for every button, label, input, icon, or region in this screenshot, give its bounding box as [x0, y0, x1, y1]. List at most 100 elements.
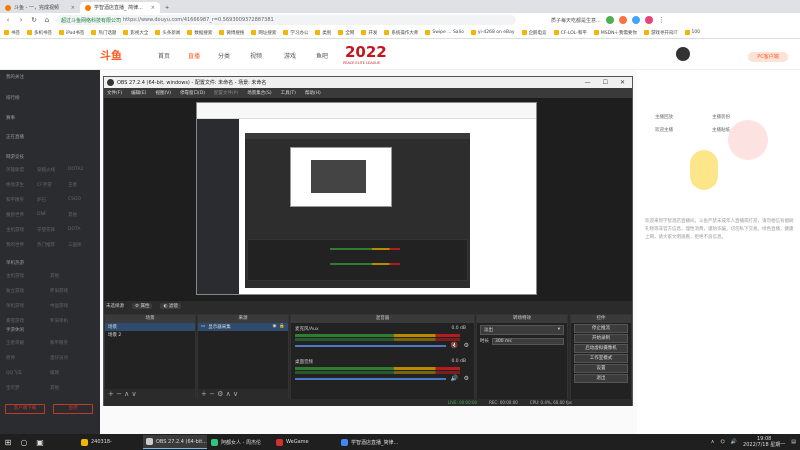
feature-link[interactable]: 主播装扮	[712, 114, 730, 120]
sidebar-category-link[interactable]: 守望先锋	[37, 227, 55, 233]
sidebar-category-link[interactable]: DNF	[37, 212, 46, 217]
menu-file[interactable]: 文件(F)	[107, 90, 122, 96]
menu-view[interactable]: 视图(V)	[155, 90, 171, 96]
browser-tab-2[interactable]: 学智酒店直播_ 简律... ×	[80, 2, 160, 13]
avatar[interactable]	[644, 16, 653, 24]
douyu-logo[interactable]: 斗鱼	[100, 47, 122, 63]
sidebar-category-link[interactable]: 王者	[68, 182, 77, 188]
menu-edit[interactable]: 编辑(E)	[131, 90, 146, 96]
bookmark-item[interactable]: 100	[684, 30, 700, 35]
close-icon[interactable]: ×	[71, 5, 75, 11]
sidebar-category-link[interactable]: 炉石	[37, 197, 46, 203]
gear-icon[interactable]: ⚙	[464, 375, 469, 382]
bookmark-item[interactable]: 数据搜索	[187, 30, 212, 36]
sidebar-category-link[interactable]: 其他	[50, 273, 59, 279]
sidebar-category-link[interactable]: CSGO	[68, 197, 81, 202]
home-icon[interactable]: ⌂	[43, 16, 51, 24]
nav-live[interactable]: 直播	[188, 51, 200, 60]
volume-icon[interactable]: 🔊	[731, 439, 737, 445]
scenes-dock-toolbar[interactable]: + − ∧ ∨	[105, 389, 195, 399]
nav-yuba[interactable]: 鱼吧	[316, 51, 328, 60]
mixer-volume-slider[interactable]	[295, 345, 446, 347]
sidebar-category-link[interactable]: 主机游戏	[6, 273, 24, 279]
bookmark-item[interactable]: 系统操作大师	[384, 30, 418, 36]
bookmark-item[interactable]: Swipe ... Salio	[425, 30, 464, 35]
feature-link[interactable]: 主播贴纸	[712, 127, 730, 133]
bookmark-item[interactable]: iPad书签	[59, 30, 84, 36]
sidebar-category-link[interactable]: CF手游	[37, 182, 52, 188]
sidebar-category-link[interactable]: 宝可梦	[6, 385, 20, 391]
taskbar-app[interactable]: 阿都女人 - 周杰伦	[208, 435, 272, 449]
network-icon[interactable]: ⌬	[720, 439, 724, 445]
sidebar-category-link[interactable]: QQ飞车	[6, 370, 22, 376]
mixer-volume-slider[interactable]	[295, 378, 446, 380]
bookmark-item[interactable]: CF-LOL-和平	[553, 30, 587, 36]
taskbar-app[interactable]: 240318-	[78, 435, 142, 449]
menu-profile[interactable]: 配置文件(P)	[214, 90, 238, 96]
menu-docks[interactable]: 停靠窗口(D)	[180, 90, 205, 96]
bookmark-item[interactable]: yi-4268 on eBay	[470, 30, 515, 35]
back-icon[interactable]: ‹	[4, 16, 12, 24]
pc-client-button[interactable]: PC客户端	[748, 52, 788, 62]
sidebar-category-link[interactable]: 三国杀	[68, 242, 82, 248]
bookmark-item[interactable]: 网址搜索	[251, 30, 276, 36]
start-recording-button[interactable]: 开始录制	[574, 334, 628, 343]
bookmark-item[interactable]: 全网	[338, 30, 354, 36]
minimize-icon[interactable]: —	[585, 79, 591, 86]
nav-home[interactable]: 首页	[158, 51, 170, 60]
bookmark-item[interactable]: 类别	[315, 30, 331, 36]
feature-link[interactable]: 主播回放	[655, 114, 673, 120]
url-input[interactable]: 超过斗鱼网络科技有限公司 https://www.douyu.com/41666…	[56, 15, 516, 25]
notification-icon[interactable]: ▤	[791, 439, 796, 445]
taskbar-app[interactable]: 学智酒店直播_简律...	[338, 435, 402, 449]
avatar[interactable]	[676, 47, 690, 61]
bookmark-item[interactable]: 微博搜搜	[219, 30, 244, 36]
scene-item[interactable]: 场景 2	[105, 331, 195, 339]
exit-button[interactable]: 退出	[574, 374, 628, 383]
sidebar-category-link[interactable]: 绝地求生	[6, 182, 24, 188]
bookmark-item[interactable]: 书签	[4, 30, 20, 36]
chevron-up-icon[interactable]: ∧	[711, 439, 715, 445]
sidebar-item-event[interactable]: 赛事	[6, 115, 15, 121]
taskbar-app[interactable]: WeGame	[273, 435, 337, 449]
menu-icon[interactable]: ⋮	[658, 16, 666, 24]
sidebar-item-rank[interactable]: 排行榜	[6, 95, 20, 101]
sidebar-category-link[interactable]: 蛋仔派对	[50, 355, 68, 361]
menu-help[interactable]: 帮助(H)	[305, 90, 321, 96]
search-icon[interactable]: ○	[16, 434, 32, 450]
sources-dock-toolbar[interactable]: + − ⚙ ∧ ∨	[198, 389, 288, 399]
gear-icon[interactable]: ⚙	[464, 342, 469, 349]
bookmark-item[interactable]: 企鹅电竞	[521, 30, 547, 36]
taskbar-app[interactable]: OBS 27.2.4 (64-bit...	[143, 435, 207, 449]
nav-game[interactable]: 游戏	[284, 51, 296, 60]
scene-item[interactable]: 场景	[105, 323, 195, 331]
nav-video[interactable]: 视频	[250, 51, 262, 60]
eye-icon[interactable]: ◉	[272, 324, 276, 330]
filters-button[interactable]: ◐ 滤镜	[160, 302, 181, 309]
source-item[interactable]: ▭ 显示器采集 ◉ 🔒	[198, 323, 288, 331]
forward-icon[interactable]: ›	[17, 16, 25, 24]
sidebar-category-link[interactable]: 其他	[68, 212, 77, 218]
sidebar-category-link[interactable]: 和平精英	[6, 197, 24, 203]
refresh-icon[interactable]: ↻	[30, 16, 38, 24]
studio-mode-button[interactable]: 工作室模式	[574, 354, 628, 363]
bookmark-item[interactable]: MSDN-i-我需要你	[593, 30, 637, 36]
bookmark-item[interactable]: 学习办公	[283, 30, 308, 36]
sidebar-category-link[interactable]: 王者荣耀	[6, 340, 24, 346]
sidebar-item-follow[interactable]: 我的关注	[6, 74, 24, 80]
duration-input[interactable]: 300 ms	[492, 338, 564, 345]
sidebar-category-link[interactable]: 暴雪游戏	[6, 318, 24, 324]
maximize-icon[interactable]: ☐	[603, 79, 608, 86]
settings-button[interactable]: 设置	[574, 364, 628, 373]
download-client-button[interactable]: 客户端下载	[5, 404, 45, 414]
clock[interactable]: 19:08 2022/7/18 星期一	[743, 436, 785, 448]
sidebar-category-link[interactable]: DOTA	[68, 227, 81, 232]
stop-streaming-button[interactable]: 停止推流	[574, 324, 628, 333]
sidebar-category-link[interactable]: 其他	[50, 385, 59, 391]
mute-icon[interactable]: 🔇	[451, 342, 458, 349]
sidebar-category-link[interactable]: 魔兽世界	[6, 212, 24, 218]
properties-button[interactable]: ⚙ 属性	[132, 302, 153, 309]
promo-badge[interactable]	[728, 120, 768, 160]
sidebar-category-link[interactable]: 原神	[6, 355, 15, 361]
task-view-icon[interactable]: ▣	[32, 434, 48, 450]
